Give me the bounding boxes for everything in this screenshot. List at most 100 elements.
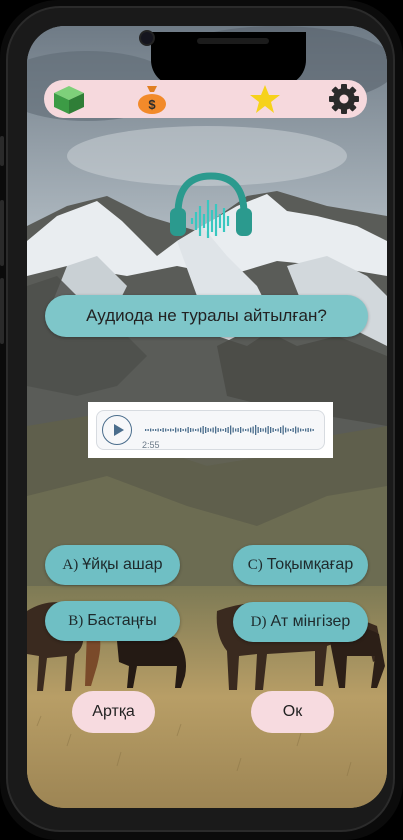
waveform-bar	[165, 428, 167, 432]
waveform-bar	[295, 426, 297, 434]
side-button	[0, 278, 4, 344]
answer-prefix: D)	[250, 613, 267, 630]
waveform-bar	[215, 426, 217, 434]
waveform-bar	[235, 428, 237, 432]
waveform-bar	[190, 428, 192, 432]
answer-label: Ат мінгізер	[270, 613, 351, 630]
waveform-bar	[285, 427, 287, 433]
cube-icon[interactable]	[52, 83, 86, 115]
waveform-bar	[225, 428, 227, 432]
phone-body: $ Аудиода не туралы айтылған? 2:55 A) Ұй…	[0, 0, 403, 840]
waveform-bar	[220, 428, 222, 432]
answer-label: Бастаңғы	[87, 612, 157, 629]
waveform-bar	[157, 428, 159, 432]
waveform-bar	[195, 429, 197, 431]
side-button	[0, 136, 4, 166]
answer-prefix: C)	[247, 556, 263, 573]
waveform-bar	[265, 427, 267, 433]
answer-label: Ұйқы ашар	[82, 556, 163, 573]
waveform-bar	[257, 427, 259, 433]
audio-player-inner: 2:55	[96, 410, 325, 450]
speaker-grille	[197, 38, 269, 44]
waveform-bar	[277, 428, 279, 432]
waveform-bar	[290, 429, 292, 431]
waveform-bar	[280, 427, 282, 433]
waveform-bar	[212, 427, 214, 433]
waveform-bar	[170, 428, 172, 432]
play-icon[interactable]	[102, 415, 132, 445]
answer-option-d[interactable]: D) Ат мінгізер	[233, 602, 368, 642]
waveform-bar	[200, 427, 202, 433]
waveform-bar	[210, 428, 212, 432]
waveform-bar	[230, 425, 232, 435]
side-button	[0, 200, 4, 266]
waveform-bar	[160, 429, 162, 431]
answer-option-a[interactable]: A) Ұйқы ашар	[45, 545, 180, 585]
waveform-bar	[302, 429, 304, 431]
waveform-bar	[152, 429, 154, 431]
waveform-bar	[292, 428, 294, 432]
svg-text:$: $	[148, 97, 156, 112]
waveform-bar	[162, 428, 164, 432]
waveform-bar	[145, 429, 147, 431]
waveform-bar	[227, 427, 229, 433]
waveform-bar	[262, 428, 264, 432]
waveform-bar	[197, 428, 199, 432]
gear-icon[interactable]	[327, 83, 361, 115]
waveform-bar	[275, 429, 277, 431]
waveform-bar	[182, 429, 184, 431]
waveform-bar	[177, 428, 179, 432]
ok-button[interactable]: Ок	[251, 691, 334, 733]
waveform-bar	[150, 428, 152, 432]
waveform-bar	[167, 429, 169, 431]
waveform-bar	[307, 428, 309, 432]
waveform-bar	[237, 428, 239, 432]
waveform-bar	[175, 427, 177, 433]
waveform-bar	[297, 427, 299, 433]
headphones-icon	[168, 170, 254, 240]
waveform-bar	[305, 428, 307, 432]
waveform-bar	[255, 425, 257, 435]
waveform-bar	[205, 427, 207, 433]
waveform-bar	[217, 428, 219, 432]
waveform-bar	[247, 428, 249, 432]
waveform-bar	[240, 427, 242, 433]
waveform-bar	[272, 428, 274, 432]
waveform-bar	[187, 427, 189, 433]
star-icon[interactable]	[248, 83, 282, 115]
waveform-bar	[270, 427, 272, 433]
answer-option-b[interactable]: B) Бастаңғы	[45, 601, 180, 641]
waveform-bar	[250, 427, 252, 433]
top-toolbar: $	[44, 80, 367, 118]
camera-lens	[139, 30, 155, 46]
waveform-bar	[300, 428, 302, 432]
waveform-bar	[282, 425, 284, 435]
waveform-bar	[267, 426, 269, 434]
waveform-bar	[242, 428, 244, 432]
phone-notch	[151, 32, 306, 86]
answer-prefix: A)	[62, 556, 79, 573]
audio-waveform[interactable]	[145, 421, 317, 439]
waveform-bar	[287, 428, 289, 432]
question-box: Аудиода не туралы айтылған?	[45, 295, 368, 337]
waveform-bar	[172, 429, 174, 431]
waveform-bar	[260, 428, 262, 432]
waveform-bar	[222, 429, 224, 431]
question-text: Аудиода не туралы айтылған?	[86, 306, 327, 325]
money-bag-icon[interactable]: $	[135, 83, 169, 115]
audio-duration: 2:55	[142, 440, 160, 450]
waveform-bar	[312, 429, 314, 431]
back-button[interactable]: Артқа	[72, 691, 155, 733]
answer-prefix: B)	[68, 612, 84, 629]
waveform-bar	[252, 426, 254, 434]
waveform-bar	[232, 427, 234, 433]
audio-player: 2:55	[88, 402, 333, 458]
waveform-bar	[180, 428, 182, 432]
waveform-bar	[155, 429, 157, 431]
answer-label: Тоқымқағар	[266, 556, 354, 573]
waveform-bar	[310, 428, 312, 432]
waveform-bar	[147, 429, 149, 431]
waveform-bar	[202, 426, 204, 434]
waveform-bar	[185, 428, 187, 432]
answer-option-c[interactable]: C) Тоқымқағар	[233, 545, 368, 585]
